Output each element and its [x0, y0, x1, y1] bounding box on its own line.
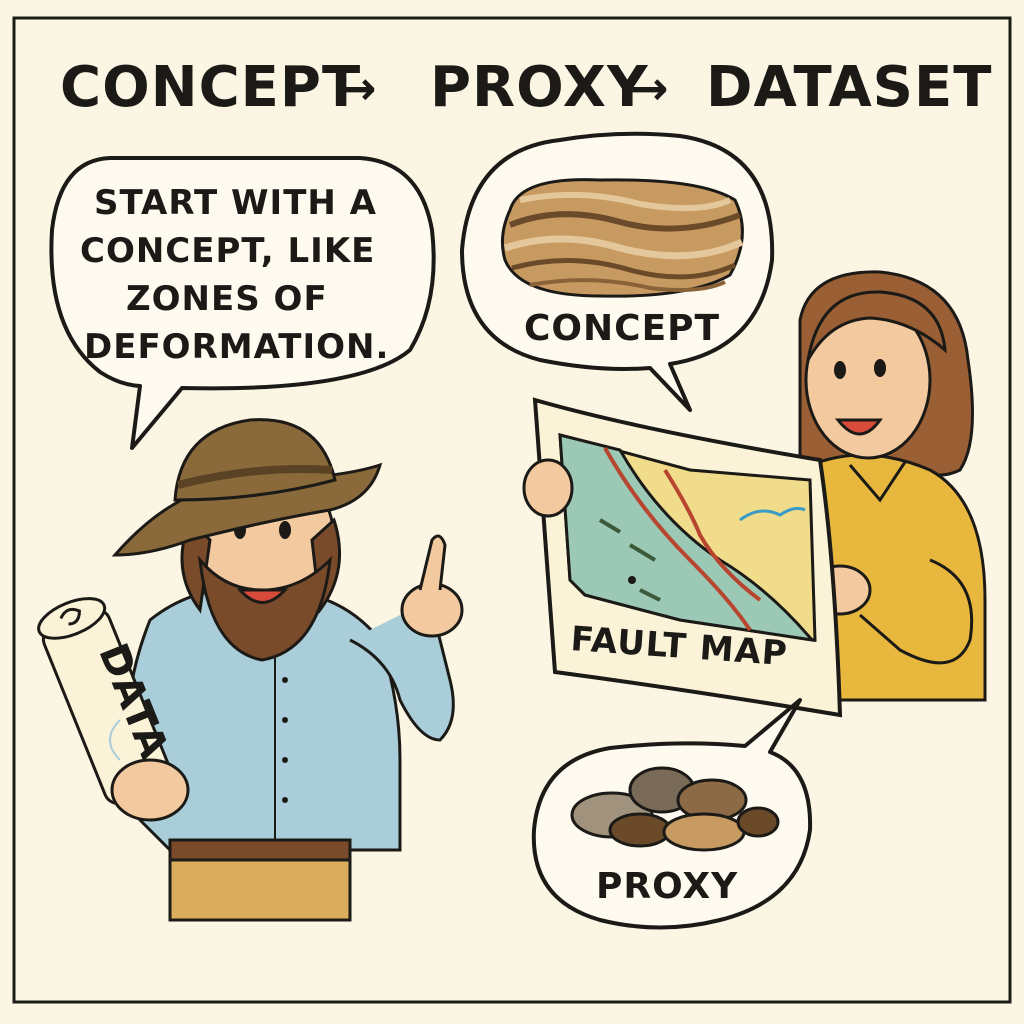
speech-line-1: START WITH A [94, 183, 377, 223]
holding-hand [110, 758, 190, 822]
speech-line-4: DEFORMATION. [84, 327, 389, 367]
title-dataset: DATASET [706, 55, 992, 120]
concept-label: CONCEPT [524, 308, 720, 349]
comic-illustration: CONCEPT → PROXY → DATASET START WITH A C… [12, 16, 1012, 1004]
comic-panel: CONCEPT → PROXY → DATASET START WITH A C… [0, 0, 1024, 1024]
belt [168, 838, 352, 862]
proxy-label: PROXY [596, 866, 738, 907]
title-arrow-1: → [338, 61, 378, 115]
speech-line-2: CONCEPT, LIKE [80, 231, 375, 271]
title-concept: CONCEPT [60, 55, 361, 120]
rock-strata-icon [500, 178, 744, 298]
title-proxy: PROXY [430, 55, 649, 120]
pointing-hand [400, 582, 464, 638]
speech-line-3: ZONES OF [126, 279, 328, 319]
title-arrow-2: → [630, 61, 670, 115]
title: CONCEPT → PROXY → DATASET [60, 55, 992, 120]
